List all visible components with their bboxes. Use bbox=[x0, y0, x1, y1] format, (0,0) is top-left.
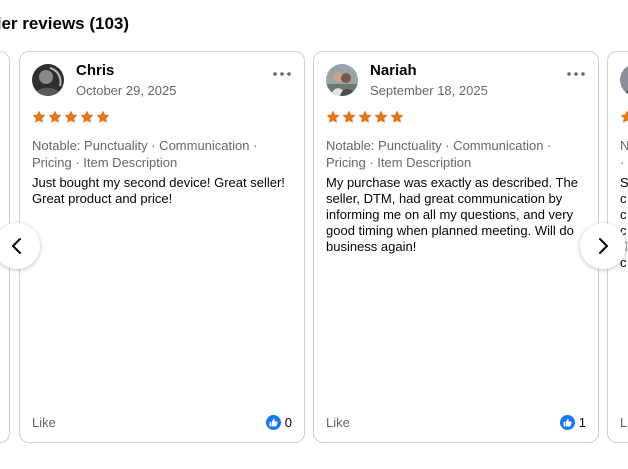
like-button[interactable]: Like bbox=[326, 415, 350, 430]
avatar[interactable] bbox=[620, 64, 628, 96]
like-button[interactable]: Li bbox=[620, 415, 628, 430]
like-count[interactable]: 1 bbox=[559, 415, 586, 430]
review-card: Chris October 29, 2025 Notable: Punctual… bbox=[19, 51, 305, 443]
review-text: Just bought my second device! Great sell… bbox=[32, 175, 285, 206]
like-count[interactable]: 0 bbox=[265, 415, 292, 430]
review-text: My purchase was exactly as described. Th… bbox=[326, 175, 578, 254]
section-title: ller reviews (103) bbox=[0, 14, 130, 33]
seller-reviews-carousel: ller reviews (103) Chris October 29, 202… bbox=[0, 0, 628, 469]
star-icon bbox=[343, 111, 355, 123]
star-icon bbox=[97, 111, 109, 123]
like-count-value: 1 bbox=[578, 415, 586, 430]
thumbs-up-icon bbox=[265, 415, 281, 430]
star-rating bbox=[32, 110, 110, 124]
star-icon bbox=[49, 111, 61, 123]
more-options-button[interactable] bbox=[270, 64, 294, 84]
reviewer-name[interactable]: Chris bbox=[76, 62, 114, 79]
review-date: September 18, 2025 bbox=[370, 83, 488, 98]
star-rating bbox=[326, 110, 404, 124]
thumbs-up-icon bbox=[559, 415, 575, 430]
avatar[interactable] bbox=[32, 64, 64, 96]
more-options-button[interactable] bbox=[564, 64, 588, 84]
star-icon bbox=[375, 111, 387, 123]
like-count-value: 0 bbox=[284, 415, 292, 430]
more-horizontal-icon bbox=[567, 72, 585, 76]
review-date: October 29, 2025 bbox=[76, 83, 177, 98]
star-icon bbox=[65, 111, 77, 123]
chevron-left-icon bbox=[12, 238, 21, 254]
more-horizontal-icon bbox=[273, 72, 291, 76]
like-button[interactable]: Like bbox=[32, 415, 56, 430]
star-icon bbox=[359, 111, 371, 123]
notable-tags: Notable: Punctuality · Communication · P… bbox=[326, 138, 552, 170]
reviewer-name[interactable]: Nariah bbox=[370, 62, 417, 79]
chevron-right-icon bbox=[599, 238, 608, 254]
star-icon bbox=[391, 111, 403, 123]
star-icon bbox=[327, 111, 339, 123]
notable-tags: Notable: Punctuality · Communication · P… bbox=[32, 138, 258, 170]
carousel-next-button[interactable] bbox=[580, 223, 626, 269]
star-icon bbox=[621, 111, 628, 123]
notable-tags: N · bbox=[620, 138, 628, 170]
avatar[interactable] bbox=[326, 64, 358, 96]
star-icon bbox=[33, 111, 45, 123]
review-card: Nariah September 18, 2025 Notable: Punct… bbox=[313, 51, 599, 443]
star-rating bbox=[620, 110, 628, 124]
star-icon bbox=[81, 111, 93, 123]
